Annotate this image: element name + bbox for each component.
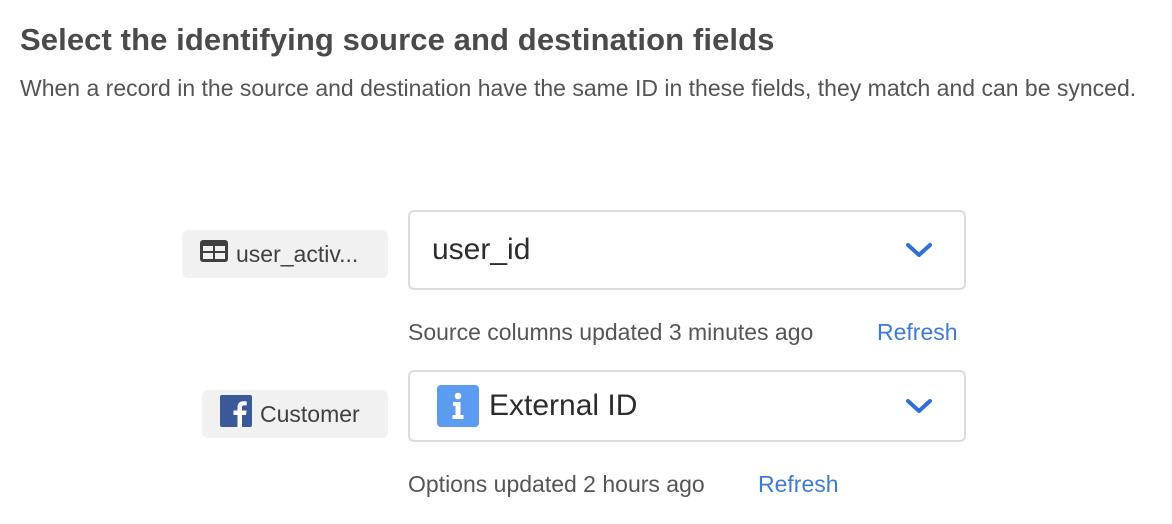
source-model-label: user_activ... — [236, 240, 359, 267]
destination-object-label: Customer — [260, 400, 360, 427]
chevron-down-icon[interactable] — [904, 240, 934, 260]
chevron-down-icon[interactable] — [904, 396, 934, 416]
section-description: When a record in the source and destinat… — [20, 75, 1137, 101]
destination-field-select[interactable]: External ID — [408, 370, 966, 442]
source-field-value: user_id — [432, 233, 531, 266]
source-refresh-link[interactable]: Refresh — [877, 317, 958, 347]
section-title: Select the identifying source and destin… — [20, 22, 775, 57]
info-icon — [437, 385, 479, 427]
source-model-chip: user_activ... — [182, 230, 388, 278]
source-field-select[interactable]: user_id — [408, 210, 966, 290]
facebook-icon — [220, 395, 252, 433]
destination-object-chip: Customer — [202, 390, 388, 438]
source-columns-status: Source columns updated 3 minutes ago — [408, 319, 814, 345]
table-icon — [200, 240, 228, 268]
destination-options-status: Options updated 2 hours ago — [408, 471, 705, 497]
destination-refresh-link[interactable]: Refresh — [758, 469, 839, 499]
destination-field-value: External ID — [489, 389, 638, 422]
